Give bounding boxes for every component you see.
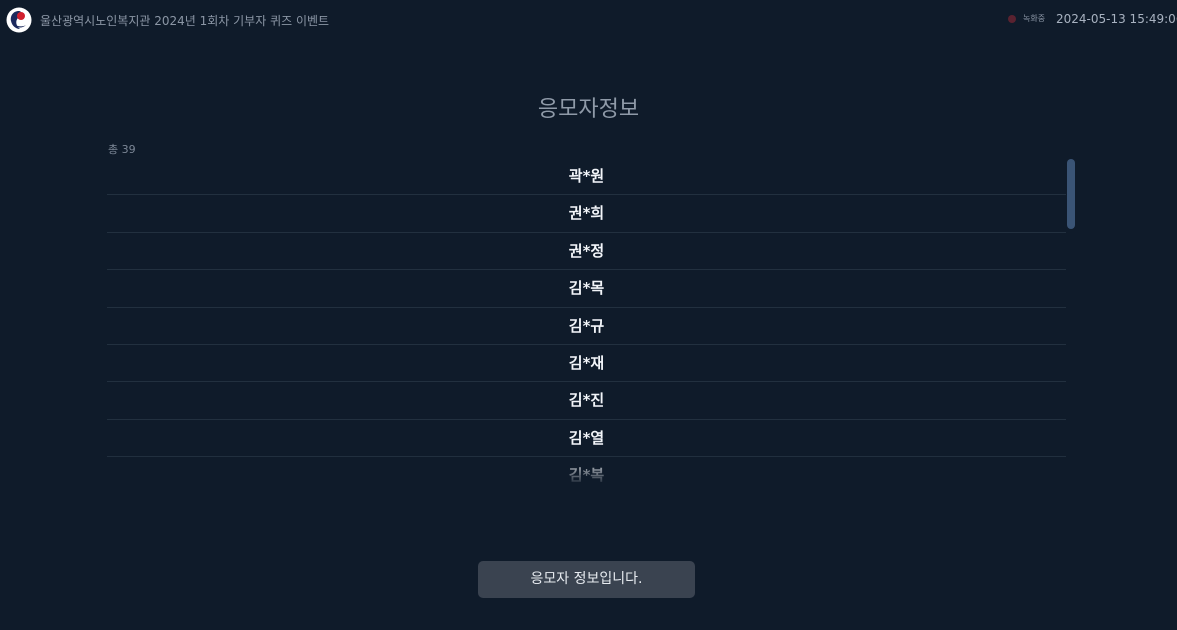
entrant-name: 김*복 (568, 466, 605, 485)
entrant-name: 권*정 (568, 241, 605, 260)
app-title: 울산광역시노인복지관 2024년 1회차 기부자 퀴즈 이벤트 (40, 14, 330, 28)
recording-label: 녹화중 (1023, 14, 1046, 23)
top-bar: 울산광역시노인복지관 2024년 1회차 기부자 퀴즈 이벤트 녹화중 2024… (0, 0, 1177, 40)
list-item: 김*재 (107, 345, 1066, 383)
entrant-name: 김*진 (568, 391, 605, 410)
entrant-name: 곽*원 (568, 167, 605, 185)
list-item: 김*복 (107, 457, 1066, 488)
datetime: 2024-05-13 15:49:06 (1056, 12, 1177, 26)
list-item: 김*열 (107, 420, 1066, 458)
entrant-list[interactable]: 곽*원 권*희 권*정 김*목 김*규 김*재 김*진 김*열 김*복 (107, 158, 1066, 488)
recording-dot-icon (1008, 14, 1016, 23)
list-item: 곽*원 (107, 158, 1066, 196)
entrant-name: 김*재 (568, 353, 605, 372)
entrant-name: 권*희 (568, 204, 605, 223)
page-title: 응모자정보 (537, 97, 640, 122)
entrant-name: 김*열 (568, 428, 605, 447)
list-item: 권*희 (107, 195, 1066, 233)
scrollbar-thumb[interactable] (1067, 159, 1075, 229)
entrant-name: 김*목 (568, 279, 605, 298)
org-emblem-icon (6, 7, 32, 33)
recording-indicator: 녹화중 (1008, 13, 1045, 24)
scrollbar[interactable] (1066, 158, 1075, 488)
toast-message: 응모자 정보입니다. (478, 561, 695, 598)
list-item: 권*정 (107, 233, 1066, 271)
list-item: 김*규 (107, 308, 1066, 345)
list-item: 김*목 (107, 270, 1066, 308)
entrant-name: 김*규 (568, 316, 605, 335)
list-item: 김*진 (107, 382, 1066, 420)
entrant-count: 총 39 (108, 143, 136, 156)
